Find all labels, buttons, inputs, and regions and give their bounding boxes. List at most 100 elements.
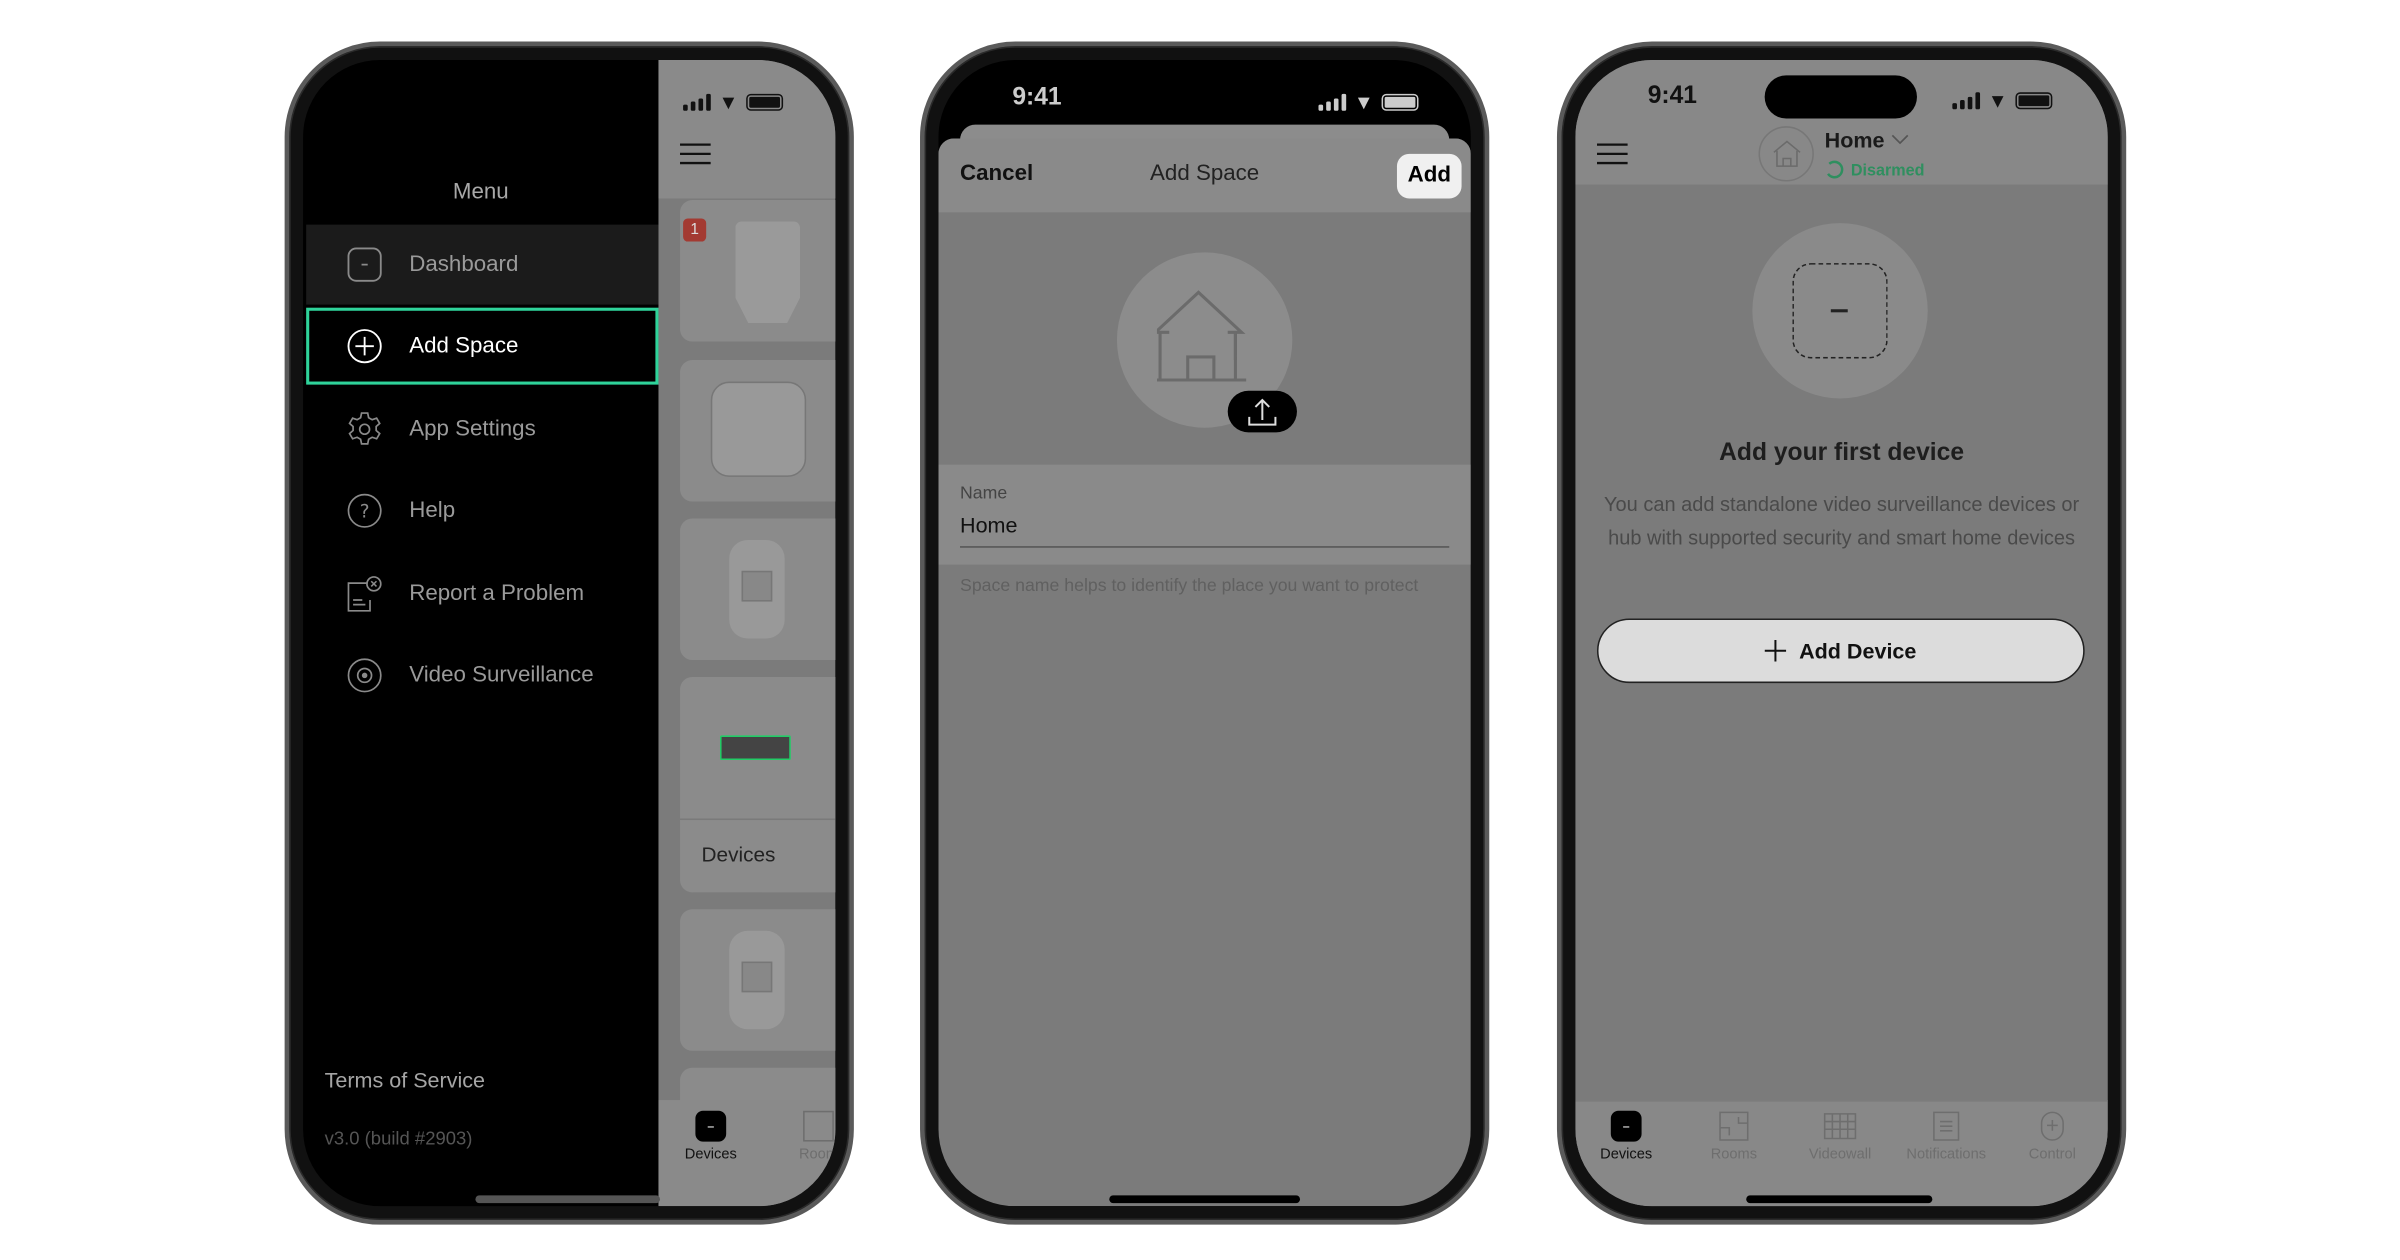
device-card[interactable] — [680, 909, 836, 1051]
tab-label: Devices — [1600, 1146, 1653, 1164]
menu-item-label: Help — [409, 498, 456, 524]
add-space-screen: 9:41 ▼ Cancel Add Space Add Name Home Sp… — [938, 60, 1471, 1207]
space-avatar[interactable] — [1758, 126, 1814, 182]
motion-detector-image — [729, 540, 785, 639]
menu-item-add-space[interactable]: Add Space — [306, 307, 659, 385]
app-version: v3.0 (build #2903) — [324, 1127, 473, 1150]
background-app-panel[interactable]: ▼ 1 Devices Devices Room — [658, 60, 836, 1207]
security-status: Disarmed — [1825, 160, 1925, 180]
empty-state-illustration — [1752, 223, 1928, 399]
tab-label: Videowall — [1808, 1146, 1872, 1164]
svg-text:?: ? — [360, 502, 370, 523]
menu-item-label: Dashboard — [409, 252, 519, 277]
add-device-label: Add Device — [1799, 638, 1917, 664]
hamburger-menu-icon[interactable] — [1596, 143, 1628, 165]
device-card[interactable]: 1 — [680, 200, 836, 342]
notifications-icon — [1933, 1111, 1960, 1141]
status-icons: ▼ — [1952, 89, 2053, 113]
plus-icon — [1765, 640, 1787, 662]
add-button[interactable]: Add — [1396, 153, 1462, 199]
menu-item-help[interactable]: ? Help — [306, 471, 658, 551]
tab-control[interactable]: Control — [2006, 1111, 2098, 1163]
disarmed-status-icon — [1827, 160, 1844, 179]
space-name: Home — [1824, 127, 1885, 153]
status-icons: ▼ — [1318, 90, 1419, 114]
name-field-label: Name — [960, 484, 1008, 504]
tab-label: Room — [798, 1146, 836, 1164]
plus-circle-icon — [347, 329, 382, 364]
name-helper-text: Space name helps to identify the place y… — [960, 576, 1419, 596]
motion-detector-image — [729, 930, 785, 1030]
dashboard-icon — [347, 247, 382, 282]
menu-item-report-problem[interactable]: Report a Problem — [306, 554, 658, 634]
wifi-icon: ▼ — [1987, 89, 2008, 113]
menu-item-label: Video Surveillance — [409, 663, 594, 688]
status-text: Disarmed — [1850, 160, 1925, 180]
videowall-icon — [1823, 1113, 1857, 1140]
tab-videowall[interactable]: Videowall — [1794, 1111, 1886, 1163]
device-placeholder-icon — [1792, 263, 1888, 359]
wifi-icon: ▼ — [718, 90, 739, 114]
gear-icon — [348, 412, 381, 445]
report-icon — [347, 576, 382, 612]
add-device-button[interactable]: Add Device — [1596, 618, 2085, 684]
terms-of-service-link[interactable]: Terms of Service — [325, 1068, 485, 1093]
status-time: 9:41 — [1012, 84, 1062, 111]
module-device-image — [720, 735, 791, 761]
upload-photo-button[interactable] — [1227, 390, 1297, 433]
tab-notifications[interactable]: Notifications — [1900, 1111, 1992, 1163]
upload-icon — [1248, 398, 1277, 426]
hub-device-image — [735, 221, 801, 324]
name-field-section: Name Home — [938, 464, 1471, 565]
house-icon — [1773, 140, 1801, 167]
wifi-icon: ▼ — [1353, 90, 1374, 114]
add-space-sheet: Cancel Add Space Add Name Home Space nam… — [938, 138, 1471, 1207]
menu-item-label: Add Space — [409, 333, 519, 359]
space-selector[interactable]: Home — [1824, 127, 1909, 153]
empty-state-title: Add your first device — [1719, 440, 1965, 467]
rooms-icon — [1719, 1111, 1749, 1141]
phone-add-space: 9:41 ▼ Cancel Add Space Add Name Home Sp… — [920, 41, 1490, 1225]
tab-label: Notifications — [1906, 1146, 1987, 1164]
name-input[interactable]: Home — [960, 512, 1017, 537]
status-icons: ▼ — [683, 91, 783, 114]
tab-devices[interactable]: Devices — [665, 1110, 757, 1164]
detector-device-image — [710, 381, 807, 477]
status-time: 9:41 — [1647, 83, 1698, 110]
tab-bar: Devices Room — [658, 1100, 836, 1207]
tab-rooms[interactable]: Rooms — [1688, 1111, 1780, 1163]
signal-icon — [683, 93, 711, 111]
rooms-tab-icon — [803, 1110, 834, 1142]
devices-group-label: Devices — [701, 843, 776, 867]
tab-label: Devices — [684, 1146, 737, 1164]
sheet-header: Cancel Add Space Add — [938, 138, 1471, 213]
device-card[interactable] — [680, 360, 836, 502]
menu-item-app-settings[interactable]: App Settings — [306, 389, 658, 469]
dynamic-island — [1764, 75, 1917, 119]
device-card[interactable] — [680, 518, 836, 661]
hamburger-menu-icon[interactable] — [680, 143, 711, 165]
menu-item-label: App Settings — [409, 416, 536, 442]
phone-devices: 9:41 ▼ Home Disarmed Add your first devi… — [1556, 41, 2127, 1225]
tab-rooms[interactable]: Room — [772, 1110, 836, 1164]
menu-screen: Menu Dashboard Add Space App Settings ? … — [303, 60, 836, 1207]
help-circle-icon: ? — [347, 493, 382, 528]
tab-devices[interactable]: Devices — [1580, 1110, 1672, 1164]
menu-title: Menu — [452, 180, 509, 205]
devices-tab-icon — [695, 1110, 727, 1142]
sheet-title: Add Space — [1150, 161, 1260, 187]
signal-icon — [1952, 92, 1981, 110]
tab-label: Rooms — [1710, 1146, 1758, 1164]
home-indicator — [1746, 1195, 1933, 1204]
device-group-card[interactable]: Devices — [680, 676, 836, 893]
devices-tab-icon — [1610, 1110, 1642, 1142]
devices-screen: 9:41 ▼ Home Disarmed Add your first devi… — [1575, 60, 2108, 1207]
menu-item-video-surveillance[interactable]: Video Surveillance — [306, 635, 658, 715]
menu-item-dashboard[interactable]: Dashboard — [306, 224, 659, 305]
notification-badge: 1 — [683, 218, 707, 242]
empty-state-description: You can add standalone video surveillanc… — [1604, 492, 2080, 549]
camera-icon — [347, 658, 382, 693]
signal-icon — [1318, 93, 1347, 111]
battery-icon — [2015, 92, 2053, 110]
control-icon — [2040, 1111, 2064, 1141]
